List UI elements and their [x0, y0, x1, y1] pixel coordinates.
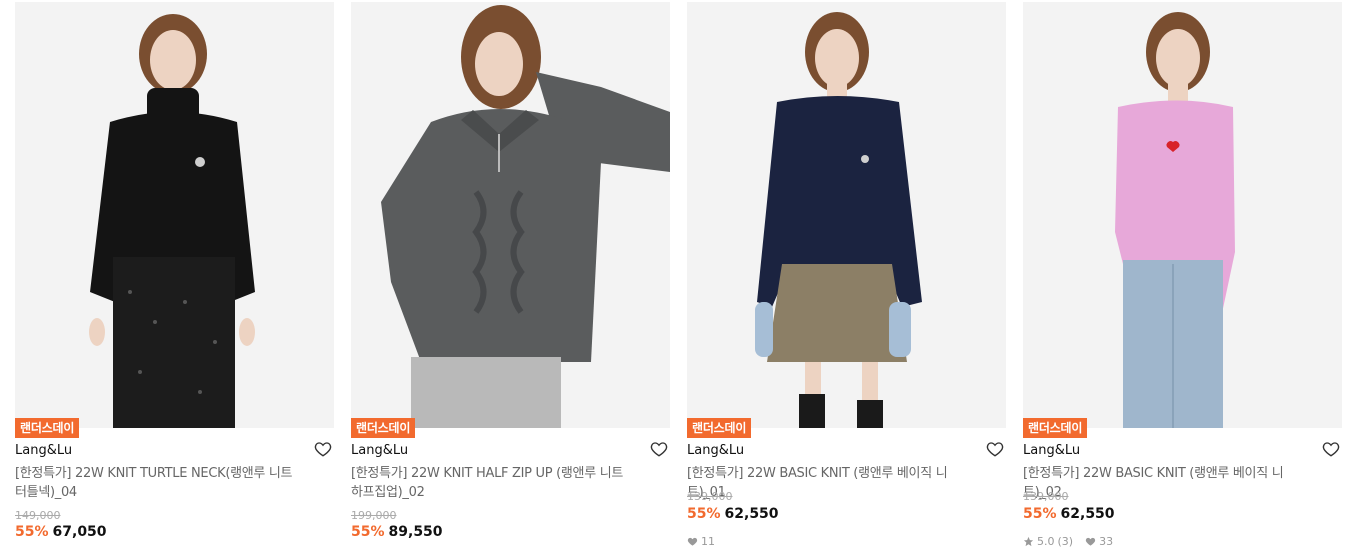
rating-value: 5.0 — [1037, 535, 1055, 547]
original-price: 139,000 — [687, 490, 733, 503]
product-grid: 랜더스데이 Lang&Lu [한정특가] 22W KNIT TURTLE NEC… — [0, 0, 1346, 547]
price-row: 55% 67,050 — [15, 524, 107, 540]
product-image[interactable] — [351, 2, 670, 428]
sale-price: 67,050 — [52, 524, 107, 540]
price-row: 55% 62,550 — [1023, 506, 1115, 522]
promo-badge: 랜더스데이 — [687, 418, 752, 438]
product-card[interactable]: 랜더스데이 Lang&Lu [한정특가] 22W BASIC KNIT (랭앤루… — [687, 2, 1006, 547]
product-image[interactable] — [15, 2, 334, 428]
wishlist-heart-icon[interactable] — [986, 440, 1004, 458]
product-meta: 11 — [687, 535, 715, 547]
like-count: 33 — [1099, 535, 1114, 547]
brand-name[interactable]: Lang&Lu — [351, 443, 408, 459]
discount-rate: 55% — [351, 524, 385, 540]
product-image[interactable] — [687, 2, 1006, 428]
original-price: 139,000 — [1023, 490, 1069, 503]
original-price: 149,000 — [15, 509, 61, 522]
promo-badge: 랜더스데이 — [1023, 418, 1088, 438]
product-card[interactable]: 랜더스데이 Lang&Lu [한정특가] 22W KNIT TURTLE NEC… — [15, 2, 334, 547]
product-card[interactable]: 랜더스데이 Lang&Lu [한정특가] 22W KNIT HALF ZIP U… — [351, 2, 670, 547]
wishlist-heart-icon[interactable] — [1322, 440, 1340, 458]
star-icon — [1023, 536, 1034, 547]
discount-rate: 55% — [687, 506, 721, 522]
product-title[interactable]: [한정특가] 22W KNIT HALF ZIP UP (랭앤루 니트 하프집업… — [351, 464, 641, 502]
wishlist-heart-icon[interactable] — [650, 440, 668, 458]
price-row: 55% 62,550 — [687, 506, 779, 522]
like-count: 11 — [701, 535, 715, 547]
product-title-line: [한정특가] 22W KNIT TURTLE NECK(랭앤루 니트 — [15, 466, 293, 481]
product-title-line: 터틀넥)_04 — [15, 485, 77, 500]
heart-filled-icon — [687, 537, 698, 546]
product-meta: 5.0 (3) 33 — [1023, 535, 1113, 547]
price-row: 55% 89,550 — [351, 524, 443, 540]
product-title-line: [한정특가] 22W KNIT HALF ZIP UP (랭앤루 니트 — [351, 466, 624, 481]
product-title[interactable]: [한정특가] 22W KNIT TURTLE NECK(랭앤루 니트 터틀넥)_… — [15, 464, 305, 502]
discount-rate: 55% — [1023, 506, 1057, 522]
brand-name[interactable]: Lang&Lu — [15, 443, 72, 459]
sale-price: 62,550 — [724, 506, 779, 522]
brand-name[interactable]: Lang&Lu — [687, 443, 744, 459]
product-image[interactable] — [1023, 2, 1342, 428]
brand-name[interactable]: Lang&Lu — [1023, 443, 1080, 459]
product-title-line: 하프집업)_02 — [351, 485, 425, 500]
heart-filled-icon — [1085, 537, 1096, 546]
sale-price: 62,550 — [1060, 506, 1115, 522]
promo-badge: 랜더스데이 — [351, 418, 416, 438]
review-count: (3) — [1057, 535, 1074, 547]
discount-rate: 55% — [15, 524, 49, 540]
product-card[interactable]: 랜더스데이 Lang&Lu [한정특가] 22W BASIC KNIT (랭앤루… — [1023, 2, 1342, 547]
promo-badge: 랜더스데이 — [15, 418, 80, 438]
original-price: 199,000 — [351, 509, 397, 522]
wishlist-heart-icon[interactable] — [314, 440, 332, 458]
sale-price: 89,550 — [388, 524, 443, 540]
